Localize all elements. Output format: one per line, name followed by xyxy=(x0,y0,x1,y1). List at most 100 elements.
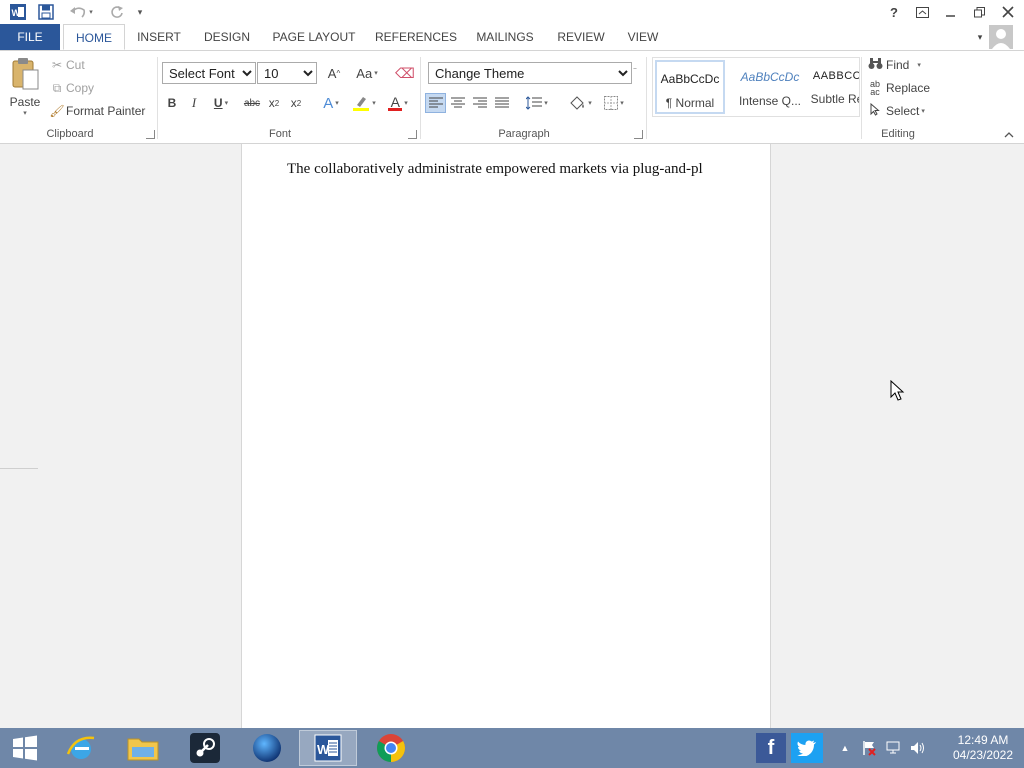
text-effects-button[interactable]: A ▾ xyxy=(316,93,346,113)
highlight-button[interactable]: ▾ xyxy=(348,93,380,113)
restore-button[interactable] xyxy=(965,0,993,24)
align-center-button[interactable] xyxy=(447,93,468,113)
line-spacing-icon xyxy=(526,96,543,110)
mouse-cursor-icon xyxy=(890,379,906,402)
style-intense-quote[interactable]: AaBbCcDc Intense Q... xyxy=(735,60,805,114)
align-right-button[interactable] xyxy=(469,93,490,113)
group-separator xyxy=(646,57,647,139)
paintbrush-icon: 🖌 xyxy=(49,104,65,118)
facebook-icon[interactable]: f xyxy=(756,733,786,763)
bold-button[interactable]: B xyxy=(162,93,182,113)
italic-button[interactable]: I xyxy=(184,93,204,113)
align-center-icon xyxy=(450,97,465,108)
font-color-button[interactable]: A ▾ xyxy=(382,93,414,113)
change-case-icon: Aa xyxy=(356,65,373,81)
tab-insert[interactable]: INSERT xyxy=(131,24,187,50)
clear-formatting-icon[interactable]: ⌫ xyxy=(394,63,416,83)
clock-time: 12:49 AM xyxy=(957,733,1009,747)
tab-design[interactable]: DESIGN xyxy=(198,24,256,50)
style-name: Intense Q... xyxy=(738,94,802,108)
font-dialog-launcher[interactable] xyxy=(408,130,417,139)
change-case-button[interactable]: Aa ▾ xyxy=(350,63,384,83)
svg-text:W: W xyxy=(12,8,21,18)
borders-button[interactable]: ▾ xyxy=(598,93,630,113)
user-avatar[interactable] xyxy=(989,25,1013,49)
align-left-button[interactable] xyxy=(425,93,446,113)
tab-references[interactable]: REFERENCES xyxy=(372,24,460,50)
tab-mailings[interactable]: MAILINGS xyxy=(470,24,540,50)
account-dropdown-icon[interactable]: ▾ xyxy=(972,24,988,50)
tab-file[interactable]: FILE xyxy=(0,24,60,50)
undo-icon[interactable]: ▾ xyxy=(66,3,96,21)
tab-page-layout[interactable]: PAGE LAYOUT xyxy=(268,24,360,50)
select-button[interactable]: Select ▾ xyxy=(866,102,925,120)
volume-icon[interactable] xyxy=(908,738,928,758)
system-clock[interactable]: 12:49 AM 04/23/2022 xyxy=(946,733,1020,763)
customize-toolbar-icon[interactable]: ▾ xyxy=(133,3,147,21)
replace-button[interactable]: ab ac Replace xyxy=(866,79,930,97)
paste-button[interactable]: Paste ▾ xyxy=(6,57,44,123)
copy-button[interactable]: ⧉ Copy xyxy=(48,79,94,97)
show-hidden-icons-icon[interactable]: ▲ xyxy=(838,738,852,758)
style-subtle-reference[interactable]: AABBCC Subtle Re xyxy=(809,60,860,114)
collapse-ribbon-icon[interactable] xyxy=(1002,125,1016,145)
copy-label: Copy xyxy=(66,81,95,95)
text-effects-icon: A xyxy=(323,94,334,112)
editing-group-label: Editing xyxy=(881,128,915,140)
font-group-label: Font xyxy=(268,128,291,140)
grow-font-icon: A xyxy=(327,65,337,81)
cut-button[interactable]: ✂ Cut xyxy=(48,56,85,74)
taskbar-globe-app[interactable] xyxy=(238,730,296,766)
style-name: Subtle Re xyxy=(810,92,860,106)
close-button[interactable] xyxy=(994,0,1022,24)
shading-button[interactable]: ▾ xyxy=(563,93,597,113)
format-painter-label: Format Painter xyxy=(66,104,146,118)
font-size-select[interactable]: 10 xyxy=(257,62,317,84)
style-normal[interactable]: AaBbCcDc ¶ Normal xyxy=(655,60,725,114)
taskbar-internet-explorer[interactable] xyxy=(52,730,110,766)
taskbar-word[interactable]: W xyxy=(299,730,357,766)
ribbon-tab-row: FILE HOME INSERT DESIGN PAGE LAYOUT REFE… xyxy=(0,24,1024,50)
format-painter-button[interactable]: 🖌 Format Painter xyxy=(48,102,145,120)
chrome-icon xyxy=(377,734,405,762)
justify-button[interactable] xyxy=(491,93,512,113)
replace-label: Replace xyxy=(886,81,931,95)
document-text[interactable]: The collaboratively administrate empower… xyxy=(287,161,747,178)
find-button[interactable]: Find ▾ xyxy=(866,56,921,74)
twitter-icon[interactable] xyxy=(791,733,823,763)
taskbar-steam[interactable] xyxy=(176,730,234,766)
document-page[interactable]: The collaboratively administrate empower… xyxy=(241,144,771,728)
grow-font-button[interactable]: A ^ xyxy=(323,63,345,83)
tab-home[interactable]: HOME xyxy=(63,24,125,50)
taskbar-chrome[interactable] xyxy=(362,730,420,766)
tab-view[interactable]: VIEW xyxy=(621,24,665,50)
word-icon: W xyxy=(314,734,342,762)
taskbar-file-explorer[interactable] xyxy=(114,730,172,766)
action-center-flag-icon[interactable] xyxy=(860,738,878,758)
svg-text:W: W xyxy=(317,742,330,757)
paragraph-dialog-launcher[interactable] xyxy=(634,130,643,139)
replace-icon: ab ac xyxy=(869,79,880,97)
paste-icon xyxy=(12,58,39,90)
align-right-icon xyxy=(472,97,487,108)
tab-review[interactable]: REVIEW xyxy=(553,24,609,50)
change-theme-select[interactable]: Change Theme xyxy=(428,62,632,84)
font-name-select[interactable]: Select Font xyxy=(162,62,256,84)
superscript-button[interactable]: x2 xyxy=(286,93,306,113)
minimize-button[interactable] xyxy=(936,0,964,24)
word-app-icon[interactable]: W xyxy=(8,3,28,21)
start-button[interactable] xyxy=(0,730,50,766)
line-spacing-button[interactable]: ▾ xyxy=(522,93,552,113)
ribbon-display-options-icon[interactable] xyxy=(908,0,936,24)
network-icon[interactable] xyxy=(884,738,904,758)
underline-button[interactable]: U ▾ xyxy=(206,93,236,113)
help-button[interactable]: ? xyxy=(880,0,908,24)
scissors-icon: ✂ xyxy=(51,58,63,72)
justify-icon xyxy=(494,97,509,108)
save-icon[interactable] xyxy=(36,3,56,21)
redo-icon[interactable] xyxy=(106,3,128,21)
strikethrough-button[interactable]: abc xyxy=(240,93,264,113)
theme-more-icon[interactable]: ⁻ xyxy=(632,59,638,79)
clipboard-dialog-launcher[interactable] xyxy=(146,130,155,139)
subscript-button[interactable]: x2 xyxy=(264,93,284,113)
